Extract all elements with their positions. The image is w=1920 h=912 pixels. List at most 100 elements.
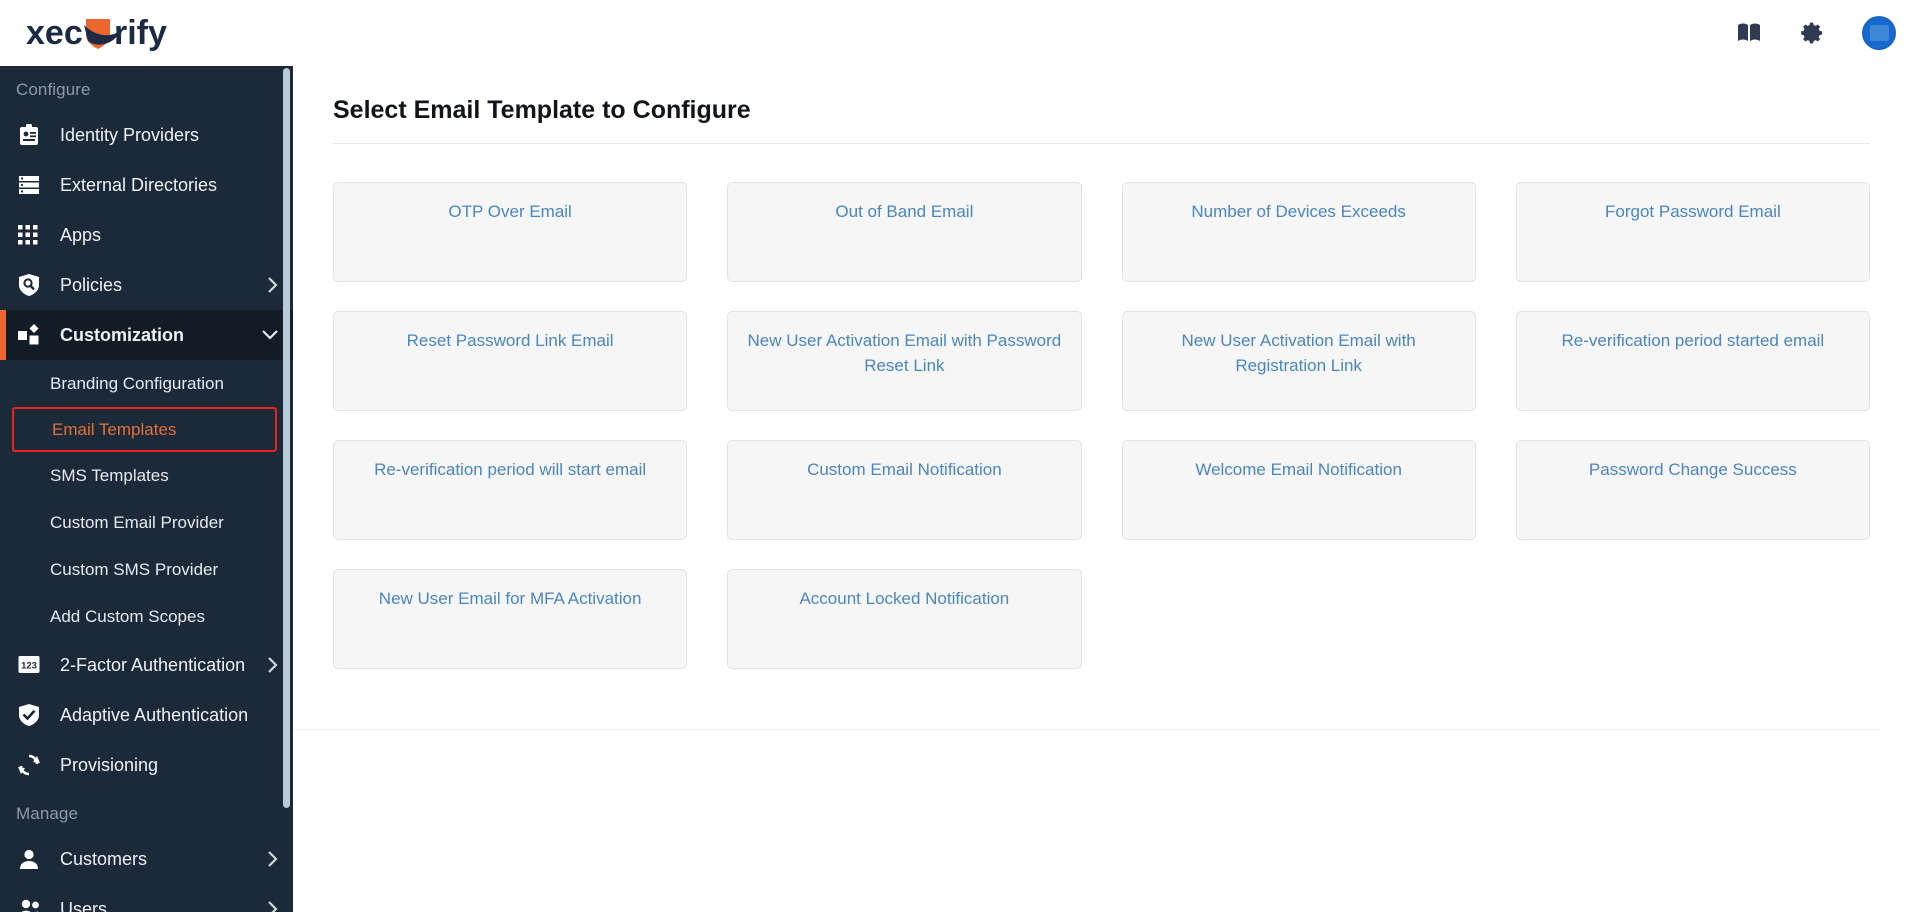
- chevron-right-icon: [267, 850, 279, 868]
- sidebar-subitem-label: Custom SMS Provider: [50, 559, 219, 579]
- template-card-welcome-email-notification[interactable]: Welcome Email Notification: [1121, 440, 1476, 540]
- title-divider: [333, 143, 1870, 144]
- chevron-down-icon: [261, 329, 279, 341]
- sidebar-subitem-label: Add Custom Scopes: [50, 606, 205, 626]
- content-bottom-divider: [293, 729, 1880, 730]
- policy-shield-icon: [18, 272, 48, 298]
- sidebar-item-label: 2-Factor Authentication: [60, 654, 246, 675]
- chevron-right-icon: [267, 656, 279, 674]
- sidebar-item-label: Adaptive Authentication: [60, 704, 249, 725]
- template-card-label: New User Activation Email with Password …: [747, 331, 1062, 375]
- main-content: Select Email Template to Configure OTP O…: [293, 66, 1920, 912]
- avatar-inner: [1869, 25, 1889, 41]
- chevron-right-icon: [267, 900, 279, 912]
- directory-list-icon: [18, 172, 48, 198]
- person-icon: [18, 846, 48, 872]
- id-badge-icon: [18, 122, 48, 148]
- template-card-label: Account Locked Notification: [799, 589, 1010, 608]
- book-icon[interactable]: [1734, 18, 1764, 48]
- template-card-reset-password-link-email[interactable]: Reset Password Link Email: [333, 311, 688, 411]
- template-card-label: New User Email for MFA Activation: [378, 589, 642, 608]
- sidebar-item-label: Users: [60, 898, 108, 912]
- sidebar-scrollbar[interactable]: [283, 66, 290, 912]
- top-bar: xec rify: [0, 0, 1920, 66]
- sidebar-item-policies[interactable]: Policies: [0, 260, 293, 310]
- page-body: Configure Identity Providers External Di…: [0, 66, 1920, 912]
- svg-text:rify: rify: [114, 14, 167, 52]
- template-card-reverification-period-started[interactable]: Re-verification period started email: [1515, 311, 1870, 411]
- xecurify-logo-icon: xec rify: [26, 14, 167, 52]
- sidebar-item-label: Apps: [60, 224, 102, 245]
- sidebar-subitem-custom-email-provider[interactable]: Custom Email Provider: [0, 499, 293, 546]
- template-card-label: New User Activation Email with Registrat…: [1181, 331, 1416, 375]
- template-card-label: Re-verification period will start email: [374, 460, 647, 479]
- avatar[interactable]: [1862, 16, 1896, 50]
- sidebar-subitem-sms-templates[interactable]: SMS Templates: [0, 452, 293, 499]
- template-card-label: Re-verification period started email: [1561, 331, 1825, 350]
- sidebar-subitem-label: Custom Email Provider: [50, 512, 224, 532]
- sidebar-item-label: Customers: [60, 848, 148, 869]
- sidebar-item-two-factor-authentication[interactable]: 123 2-Factor Authentication: [0, 640, 293, 690]
- sidebar-item-label: Provisioning: [60, 754, 159, 775]
- template-grid: OTP Over Email Out of Band Email Number …: [333, 182, 1870, 669]
- sidebar-subitem-email-templates[interactable]: Email Templates: [12, 407, 277, 452]
- template-card-new-user-email-mfa-activation[interactable]: New User Email for MFA Activation: [333, 569, 688, 669]
- svg-text:123: 123: [21, 661, 37, 672]
- numeric-123-icon: 123: [18, 652, 48, 678]
- sidebar-subitem-label: SMS Templates: [50, 465, 169, 485]
- template-card-password-change-success[interactable]: Password Change Success: [1515, 440, 1870, 540]
- sidebar-item-identity-providers[interactable]: Identity Providers: [0, 110, 293, 160]
- top-bar-actions: [1734, 16, 1896, 50]
- template-card-custom-email-notification[interactable]: Custom Email Notification: [727, 440, 1082, 540]
- sidebar-item-label: Identity Providers: [60, 124, 200, 145]
- template-card-number-of-devices-exceeds[interactable]: Number of Devices Exceeds: [1121, 182, 1476, 282]
- sidebar-item-label: Customization: [60, 324, 184, 345]
- sidebar-section-manage: Manage: [16, 804, 79, 823]
- sidebar-item-label: Policies: [60, 274, 123, 295]
- template-card-account-locked-notification[interactable]: Account Locked Notification: [727, 569, 1082, 669]
- template-card-forgot-password-email[interactable]: Forgot Password Email: [1515, 182, 1870, 282]
- sidebar-item-label: External Directories: [60, 174, 218, 195]
- sidebar-item-customization[interactable]: Customization: [0, 310, 293, 360]
- template-card-label: Out of Band Email: [835, 202, 974, 221]
- template-card-label: Welcome Email Notification: [1195, 460, 1402, 479]
- shield-check-icon: [18, 702, 48, 728]
- sidebar-scroll-area: Configure Identity Providers External Di…: [0, 66, 293, 912]
- sidebar-item-provisioning[interactable]: Provisioning: [0, 740, 293, 790]
- chevron-right-icon: [267, 276, 279, 294]
- gear-icon[interactable]: [1798, 18, 1828, 48]
- template-card-label: Password Change Success: [1588, 460, 1797, 479]
- template-card-label: Custom Email Notification: [807, 460, 1002, 479]
- sidebar-subitem-branding-configuration[interactable]: Branding Configuration: [0, 360, 293, 407]
- sync-icon: [18, 752, 48, 778]
- people-icon: [18, 896, 48, 912]
- sidebar-item-apps[interactable]: Apps: [0, 210, 293, 260]
- template-card-out-of-band-email[interactable]: Out of Band Email: [727, 182, 1082, 282]
- page-title: Select Email Template to Configure: [333, 96, 751, 124]
- template-card-otp-over-email[interactable]: OTP Over Email: [333, 182, 688, 282]
- template-card-label: Forgot Password Email: [1605, 202, 1781, 221]
- brand-logo[interactable]: xec rify: [26, 0, 226, 66]
- book-glyph: [1738, 23, 1760, 41]
- sidebar-subitem-label: Branding Configuration: [50, 373, 224, 393]
- svg-text:xec: xec: [26, 14, 83, 52]
- sidebar-item-customers[interactable]: Customers: [0, 834, 293, 884]
- sidebar-item-adaptive-authentication[interactable]: Adaptive Authentication: [0, 690, 293, 740]
- sidebar-subitem-label: Email Templates: [52, 419, 177, 439]
- template-card-label: Reset Password Link Email: [406, 331, 614, 350]
- sidebar-item-users[interactable]: Users: [0, 884, 293, 912]
- gear-glyph: [1801, 22, 1822, 44]
- template-card-new-user-activation-registration-link[interactable]: New User Activation Email with Registrat…: [1121, 311, 1476, 411]
- sidebar-scrollbar-thumb[interactable]: [283, 68, 290, 808]
- sidebar-subitem-custom-sms-provider[interactable]: Custom SMS Provider: [0, 546, 293, 593]
- template-card-new-user-activation-password-reset-link[interactable]: New User Activation Email with Password …: [727, 311, 1082, 411]
- sidebar-item-external-directories[interactable]: External Directories: [0, 160, 293, 210]
- template-card-reverification-period-will-start[interactable]: Re-verification period will start email: [333, 440, 688, 540]
- sidebar: Configure Identity Providers External Di…: [0, 66, 293, 912]
- customization-blocks-icon: [18, 322, 48, 348]
- app-root: xec rify Configure Identity Providers Ex…: [0, 0, 1920, 912]
- sidebar-subitem-add-custom-scopes[interactable]: Add Custom Scopes: [0, 593, 293, 640]
- template-card-label: Number of Devices Exceeds: [1191, 202, 1406, 221]
- template-card-label: OTP Over Email: [448, 202, 572, 221]
- sidebar-section-configure: Configure: [16, 80, 91, 99]
